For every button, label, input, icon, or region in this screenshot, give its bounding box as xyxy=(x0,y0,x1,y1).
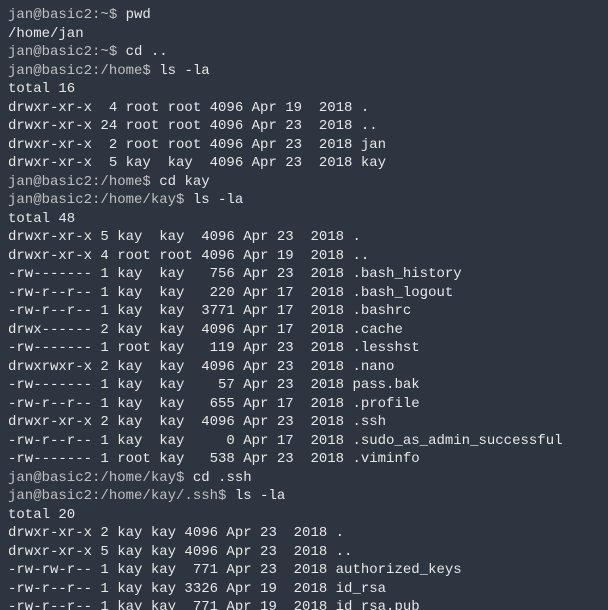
command-input: ls -la xyxy=(159,63,209,79)
output-line: drwxr-xr-x 2 root root 4096 Apr 23 2018 … xyxy=(8,136,600,155)
command-input: pwd xyxy=(126,7,151,23)
output-line: drwxr-xr-x 4 root root 4096 Apr 19 2018 … xyxy=(8,247,600,266)
output-line: -rw------- 1 kay kay 756 Apr 23 2018 .ba… xyxy=(8,265,600,284)
shell-prompt: jan@basic2:~$ xyxy=(8,7,126,23)
shell-prompt: jan@basic2:~$ xyxy=(8,44,126,60)
shell-prompt: jan@basic2:/home/kay/.ssh$ xyxy=(8,488,235,504)
shell-prompt: jan@basic2:/home$ xyxy=(8,174,159,190)
output-line: -rw-r--r-- 1 kay kay 771 Apr 19 2018 id_… xyxy=(8,598,600,610)
output-line: -rw-r--r-- 1 kay kay 3771 Apr 17 2018 .b… xyxy=(8,302,600,321)
shell-prompt: jan@basic2:/home/kay$ xyxy=(8,192,193,208)
terminal-output[interactable]: jan@basic2:~$ pwd/home/janjan@basic2:~$ … xyxy=(0,0,608,610)
output-line: /home/jan xyxy=(8,25,600,44)
output-line: drwx------ 2 kay kay 4096 Apr 17 2018 .c… xyxy=(8,321,600,340)
shell-prompt: jan@basic2:/home/kay$ xyxy=(8,470,193,486)
command-input: ls -la xyxy=(235,488,285,504)
output-line: drwxr-xr-x 5 kay kay 4096 Apr 23 2018 . xyxy=(8,228,600,247)
output-line: -rw------- 1 root kay 119 Apr 23 2018 .l… xyxy=(8,339,600,358)
prompt-line: jan@basic2:~$ pwd xyxy=(8,6,600,25)
command-input: cd kay xyxy=(159,174,209,190)
prompt-line: jan@basic2:/home/kay$ ls -la xyxy=(8,191,600,210)
output-line: drwxr-xr-x 5 kay kay 4096 Apr 23 2018 ka… xyxy=(8,154,600,173)
output-line: -rw-rw-r-- 1 kay kay 771 Apr 23 2018 aut… xyxy=(8,561,600,580)
output-line: total 48 xyxy=(8,210,600,229)
shell-prompt: jan@basic2:/home$ xyxy=(8,63,159,79)
output-line: drwxrwxr-x 2 kay kay 4096 Apr 23 2018 .n… xyxy=(8,358,600,377)
output-line: drwxr-xr-x 2 kay kay 4096 Apr 23 2018 . xyxy=(8,524,600,543)
output-line: -rw------- 1 root kay 538 Apr 23 2018 .v… xyxy=(8,450,600,469)
output-line: drwxr-xr-x 4 root root 4096 Apr 19 2018 … xyxy=(8,99,600,118)
output-line: -rw-r--r-- 1 kay kay 3326 Apr 19 2018 id… xyxy=(8,580,600,599)
command-input: cd .ssh xyxy=(193,470,252,486)
prompt-line: jan@basic2:/home$ cd kay xyxy=(8,173,600,192)
command-input: ls -la xyxy=(193,192,243,208)
output-line: -rw------- 1 kay kay 57 Apr 23 2018 pass… xyxy=(8,376,600,395)
output-line: -rw-r--r-- 1 kay kay 0 Apr 17 2018 .sudo… xyxy=(8,432,600,451)
output-line: -rw-r--r-- 1 kay kay 655 Apr 17 2018 .pr… xyxy=(8,395,600,414)
prompt-line: jan@basic2:/home/kay$ cd .ssh xyxy=(8,469,600,488)
output-line: drwxr-xr-x 2 kay kay 4096 Apr 23 2018 .s… xyxy=(8,413,600,432)
output-line: total 20 xyxy=(8,506,600,525)
output-line: drwxr-xr-x 5 kay kay 4096 Apr 23 2018 .. xyxy=(8,543,600,562)
output-line: total 16 xyxy=(8,80,600,99)
output-line: -rw-r--r-- 1 kay kay 220 Apr 17 2018 .ba… xyxy=(8,284,600,303)
prompt-line: jan@basic2:/home$ ls -la xyxy=(8,62,600,81)
prompt-line: jan@basic2:/home/kay/.ssh$ ls -la xyxy=(8,487,600,506)
prompt-line: jan@basic2:~$ cd .. xyxy=(8,43,600,62)
command-input: cd .. xyxy=(126,44,168,60)
output-line: drwxr-xr-x 24 root root 4096 Apr 23 2018… xyxy=(8,117,600,136)
